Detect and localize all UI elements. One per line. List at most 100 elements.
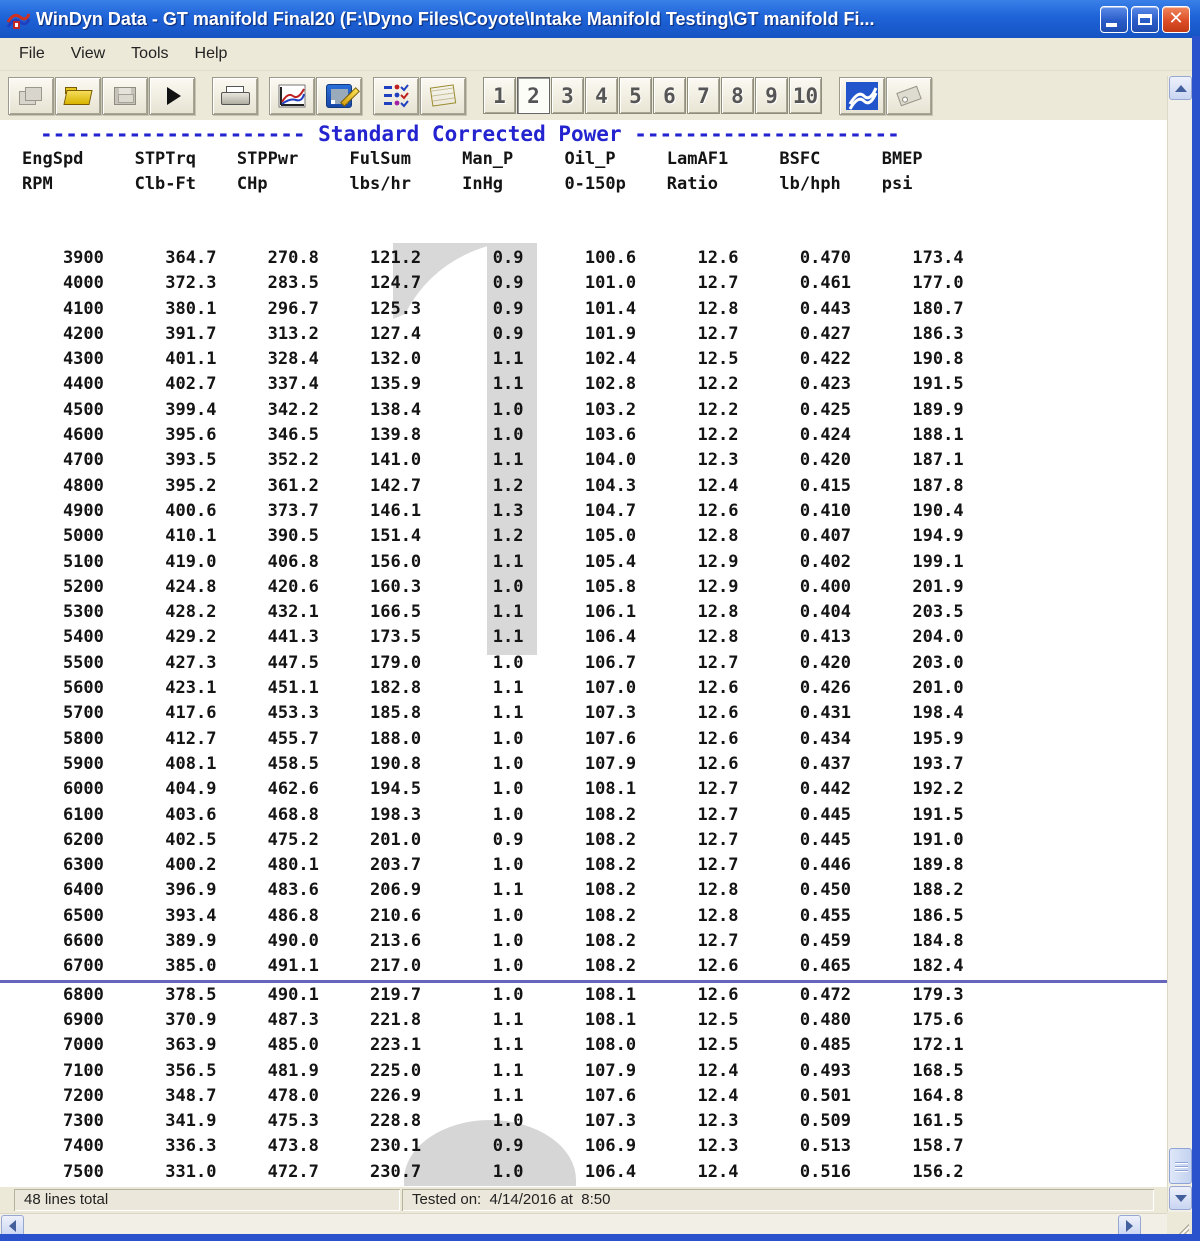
window-border-bottom <box>0 1234 1200 1241</box>
status-tested-on: Tested on: 4/14/2016 at 8:50 <box>402 1189 1154 1211</box>
table-row: 6500 393.4 486.8 210.6 1.0 108.2 12.8 0.… <box>0 904 1167 929</box>
table-row: 5000 410.1 390.5 151.4 1.2 105.0 12.8 0.… <box>0 524 1167 549</box>
status-lines-total: 48 lines total <box>14 1189 400 1211</box>
maximize-button[interactable] <box>1131 6 1159 33</box>
plot-button[interactable] <box>269 77 315 115</box>
notes-icon <box>430 84 456 106</box>
chevron-down-icon <box>1175 1195 1187 1202</box>
table-row: 6200 402.5 475.2 201.0 0.9 108.2 12.7 0.… <box>0 828 1167 853</box>
print-button[interactable] <box>212 77 258 115</box>
table-row: 7100 356.5 481.9 225.0 1.1 107.9 12.4 0.… <box>0 1059 1167 1084</box>
menu-file[interactable]: File <box>6 41 58 67</box>
menu-view[interactable]: View <box>58 41 118 67</box>
minimize-button[interactable] <box>1100 6 1128 33</box>
app-icon <box>6 8 30 30</box>
table-row: 3900 364.7 270.8 121.2 0.9 100.6 12.6 0.… <box>0 246 1167 271</box>
data-rows: 3900 364.7 270.8 121.2 0.9 100.6 12.6 0.… <box>0 246 1167 1185</box>
page-button-6[interactable]: 6 <box>653 77 686 114</box>
table-row: 4300 401.1 328.4 132.0 1.1 102.4 12.5 0.… <box>0 347 1167 372</box>
chart-icon <box>278 84 306 108</box>
scroll-down-button[interactable] <box>1169 1186 1192 1210</box>
title-bar: WinDyn Data - GT manifold Final20 (F:\Dy… <box>0 0 1200 38</box>
toolbar: 12345678910 <box>0 71 1192 120</box>
open-folder-icon <box>65 87 91 104</box>
save-button[interactable] <box>102 77 148 115</box>
table-row: 6300 400.2 480.1 203.7 1.0 108.2 12.7 0.… <box>0 853 1167 878</box>
table-row: 4100 380.1 296.7 125.3 0.9 101.4 12.8 0.… <box>0 297 1167 322</box>
table-row: 7300 341.9 475.3 228.8 1.0 107.3 12.3 0.… <box>0 1109 1167 1134</box>
table-row: 4900 400.6 373.7 146.1 1.3 104.7 12.6 0.… <box>0 499 1167 524</box>
page-button-7[interactable]: 7 <box>687 77 720 114</box>
column-header-names: EngSpd STPTrq STPPwr FulSum Man_P Oil_P … <box>0 147 1167 172</box>
table-row: 6000 404.9 462.6 194.5 1.0 108.1 12.7 0.… <box>0 777 1167 802</box>
page-button-3[interactable]: 3 <box>551 77 584 114</box>
table-row: 7500 331.0 472.7 230.7 1.0 106.4 12.4 0.… <box>0 1160 1167 1185</box>
windyn-logo-icon <box>846 82 878 110</box>
close-button[interactable]: ✕ <box>1162 6 1190 33</box>
play-icon <box>167 87 181 105</box>
table-row: 7000 363.9 485.0 223.1 1.1 108.0 12.5 0.… <box>0 1033 1167 1058</box>
table-row: 5600 423.1 451.1 182.8 1.1 107.0 12.6 0.… <box>0 676 1167 701</box>
table-row: 5500 427.3 447.5 179.0 1.0 106.7 12.7 0.… <box>0 651 1167 676</box>
page-buttons: 12345678910 <box>483 77 823 114</box>
menu-help[interactable]: Help <box>182 41 241 67</box>
table-row: 6800 378.5 490.1 219.7 1.0 108.1 12.6 0.… <box>0 983 1167 1008</box>
table-row: 6400 396.9 483.6 206.9 1.1 108.2 12.8 0.… <box>0 878 1167 903</box>
close-icon: ✕ <box>1163 8 1189 29</box>
table-row: 4500 399.4 342.2 138.4 1.0 103.2 12.2 0.… <box>0 398 1167 423</box>
notes-button[interactable] <box>420 77 466 115</box>
calculator-pencil-icon <box>326 84 352 108</box>
report-title: --------------------- Standard Corrected… <box>0 122 1167 147</box>
minimize-icon <box>1106 23 1117 27</box>
table-row: 5400 429.2 441.3 173.5 1.1 106.4 12.8 0.… <box>0 625 1167 650</box>
chevron-left-icon <box>9 1220 16 1232</box>
save-icon <box>114 87 136 105</box>
report-area: --------------------- Standard Corrected… <box>0 120 1167 1186</box>
page-button-5[interactable]: 5 <box>619 77 652 114</box>
new-file-icon <box>19 87 43 105</box>
menu-tools[interactable]: Tools <box>118 41 181 67</box>
setup-button[interactable] <box>373 77 419 115</box>
open-button[interactable] <box>55 77 101 115</box>
vertical-scrollbar[interactable] <box>1167 76 1192 1212</box>
table-row: 6700 385.0 491.1 217.0 1.0 108.2 12.6 0.… <box>0 954 1167 979</box>
chevron-right-icon <box>1126 1220 1133 1232</box>
run-button[interactable] <box>149 77 195 115</box>
table-row: 7200 348.7 478.0 226.9 1.1 107.6 12.4 0.… <box>0 1084 1167 1109</box>
table-row: 5100 419.0 406.8 156.0 1.1 105.4 12.9 0.… <box>0 550 1167 575</box>
table-row: 5900 408.1 458.5 190.8 1.0 107.9 12.6 0.… <box>0 752 1167 777</box>
page-button-4[interactable]: 4 <box>585 77 618 114</box>
page-button-10[interactable]: 10 <box>789 77 822 114</box>
table-row: 4600 395.6 346.5 139.8 1.0 103.6 12.2 0.… <box>0 423 1167 448</box>
windyn-logo-button[interactable] <box>839 77 885 115</box>
page-button-1[interactable]: 1 <box>483 77 516 114</box>
page-button-2[interactable]: 2 <box>517 77 550 114</box>
table-row: 6100 403.6 468.8 198.3 1.0 108.2 12.7 0.… <box>0 803 1167 828</box>
scroll-up-button[interactable] <box>1169 76 1192 100</box>
menu-bar: File View Tools Help <box>0 38 1192 71</box>
column-header-units: RPM Clb-Ft CHp lbs/hr InHg 0-150p Ratio … <box>0 172 1167 197</box>
edit-button[interactable] <box>316 77 362 115</box>
window-title: WinDyn Data - GT manifold Final20 (F:\Dy… <box>36 9 1100 30</box>
table-row: 5300 428.2 432.1 166.5 1.1 106.1 12.8 0.… <box>0 600 1167 625</box>
tag-button[interactable] <box>886 77 932 115</box>
table-row: 7400 336.3 473.8 230.1 0.9 106.9 12.3 0.… <box>0 1134 1167 1159</box>
page-button-8[interactable]: 8 <box>721 77 754 114</box>
table-row: 4000 372.3 283.5 124.7 0.9 101.0 12.7 0.… <box>0 271 1167 296</box>
maximize-icon <box>1138 14 1152 25</box>
table-row: 5700 417.6 453.3 185.8 1.1 107.3 12.6 0.… <box>0 701 1167 726</box>
table-row: 5800 412.7 455.7 188.0 1.0 107.6 12.6 0.… <box>0 727 1167 752</box>
page-button-9[interactable]: 9 <box>755 77 788 114</box>
table-row: 4700 393.5 352.2 141.0 1.1 104.0 12.3 0.… <box>0 448 1167 473</box>
table-row: 4400 402.7 337.4 135.9 1.1 102.8 12.2 0.… <box>0 372 1167 397</box>
table-row: 4800 395.2 361.2 142.7 1.2 104.3 12.4 0.… <box>0 474 1167 499</box>
table-row: 6600 389.9 490.0 213.6 1.0 108.2 12.7 0.… <box>0 929 1167 954</box>
table-row: 4200 391.7 313.2 127.4 0.9 101.9 12.7 0.… <box>0 322 1167 347</box>
table-row: 5200 424.8 420.6 160.3 1.0 105.8 12.9 0.… <box>0 575 1167 600</box>
tag-icon <box>896 85 921 106</box>
checklist-icon <box>383 84 409 108</box>
new-button[interactable] <box>8 77 54 115</box>
vertical-scroll-thumb[interactable] <box>1169 1148 1192 1184</box>
printer-icon <box>221 86 249 106</box>
table-row: 6900 370.9 487.3 221.8 1.1 108.1 12.5 0.… <box>0 1008 1167 1033</box>
